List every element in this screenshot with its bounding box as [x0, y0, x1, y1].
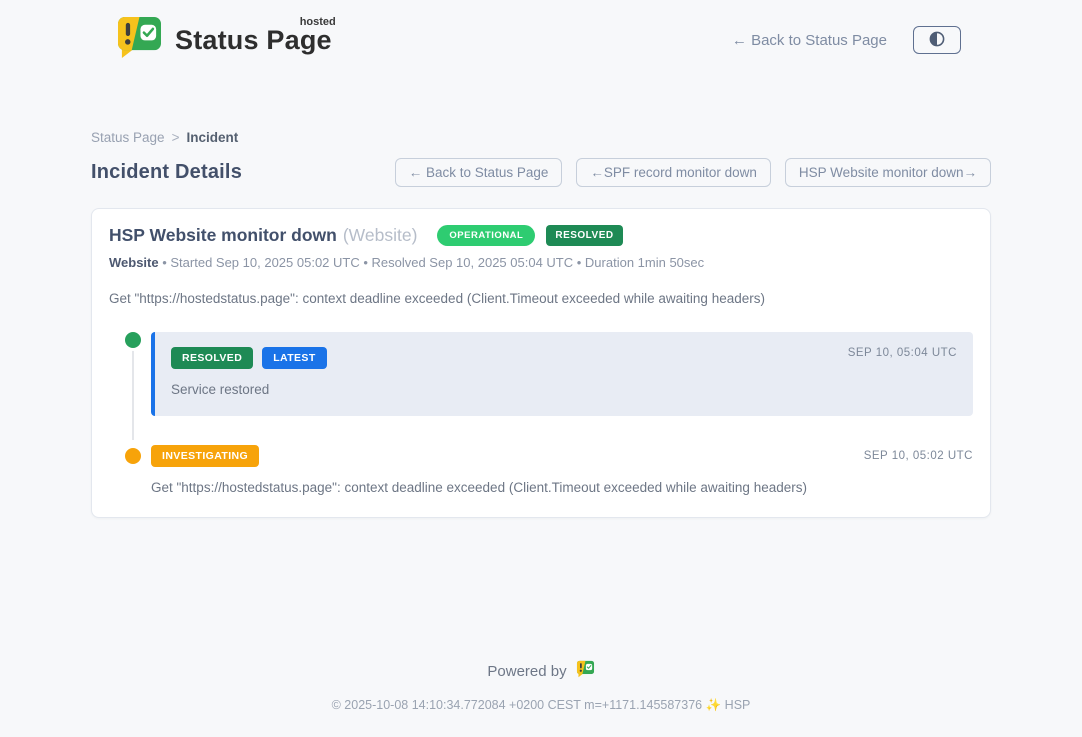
theme-contrast-icon	[929, 31, 945, 50]
page-title: Incident Details	[91, 161, 242, 184]
incident-service-name: Website	[109, 255, 159, 270]
timeline-latest-panel: RESOLVED LATEST SEP 10, 05:04 UTC Servic…	[151, 332, 973, 416]
back-to-status-page-button[interactable]: ← Back to Status Page	[395, 158, 563, 187]
breadcrumb: Status Page > Incident	[91, 130, 991, 145]
timeline-dot-resolved	[125, 332, 141, 348]
timeline-item-head: INVESTIGATING SEP 10, 05:02 UTC	[151, 445, 973, 467]
incident-timeline: RESOLVED LATEST SEP 10, 05:04 UTC Servic…	[109, 332, 973, 495]
incident-scope: (Website)	[343, 225, 418, 246]
brand-abbreviation: HSP	[725, 698, 751, 712]
sparkles-icon: ✨	[706, 698, 722, 712]
incident-title: HSP Website monitor down	[109, 225, 337, 246]
footer: Powered by © 2025-10-08 14:10:34.772084 …	[0, 660, 1082, 737]
timeline-message: Service restored	[171, 382, 957, 397]
resolved-status-badge: RESOLVED	[546, 225, 622, 246]
timeline-timestamp: SEP 10, 05:02 UTC	[864, 450, 973, 462]
incident-meta: Website • Started Sep 10, 2025 05:02 UTC…	[109, 255, 973, 270]
header-right: ← Back to Status Page	[732, 26, 961, 54]
header-back-link[interactable]: ← Back to Status Page	[732, 32, 887, 49]
timeline-timestamp: SEP 10, 05:04 UTC	[848, 347, 957, 359]
timeline-item-investigating: INVESTIGATING SEP 10, 05:02 UTC Get "htt…	[109, 445, 973, 495]
incident-title-row: HSP Website monitor down (Website) OPERA…	[109, 225, 973, 246]
investigating-badge: INVESTIGATING	[151, 445, 259, 467]
powered-by-label: Powered by	[487, 663, 566, 680]
next-incident-button[interactable]: HSP Website monitor down→	[785, 158, 991, 187]
breadcrumb-current: Incident	[186, 130, 238, 145]
powered-by-link[interactable]: Powered by	[487, 660, 594, 682]
statuspage-logo[interactable]: Status Page hosted	[116, 15, 334, 65]
operational-status-badge: OPERATIONAL	[437, 225, 535, 246]
latest-badge: LATEST	[262, 347, 326, 369]
heading-row: Incident Details ← Back to Status Page ←…	[91, 158, 991, 187]
incident-description: Get "https://hostedstatus.page": context…	[109, 291, 973, 306]
timeline-dot-investigating	[125, 448, 141, 464]
theme-toggle-button[interactable]	[913, 26, 961, 54]
main-content: Status Page > Incident Incident Details ← …	[91, 80, 991, 518]
incident-nav-buttons: ← Back to Status Page ←SPF record monito…	[395, 158, 991, 187]
timeline-message: Get "https://hostedstatus.page": context…	[151, 480, 973, 495]
timeline-badges: RESOLVED LATEST	[171, 347, 957, 369]
resolved-badge: RESOLVED	[171, 347, 253, 369]
logo-hosted-label: hosted	[300, 16, 336, 28]
timeline-item-resolved: RESOLVED LATEST SEP 10, 05:04 UTC Servic…	[109, 332, 973, 416]
copyright-text: © 2025-10-08 14:10:34.772084 +0200 CEST …	[332, 698, 703, 712]
previous-incident-button[interactable]: ←SPF record monitor down	[576, 158, 771, 187]
logo-text-wrap: Status Page hosted	[175, 25, 334, 56]
breadcrumb-root[interactable]: Status Page	[91, 130, 165, 145]
copyright-line: © 2025-10-08 14:10:34.772084 +0200 CEST …	[0, 698, 1082, 713]
statuspage-logo-icon	[116, 15, 163, 65]
breadcrumb-separator: >	[172, 130, 180, 145]
incident-meta-details: • Started Sep 10, 2025 05:02 UTC • Resol…	[159, 255, 705, 270]
logo-text: Status Page	[175, 25, 332, 55]
statuspage-logo-icon-small	[576, 660, 595, 682]
incident-card: HSP Website monitor down (Website) OPERA…	[91, 208, 991, 518]
header: Status Page hosted ← Back to Status Page	[0, 0, 1082, 80]
